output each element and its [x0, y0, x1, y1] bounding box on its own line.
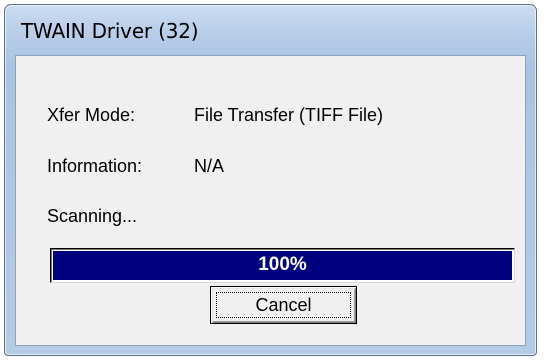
cancel-button-label: Cancel: [255, 295, 312, 315]
progress-percent-label: 100%: [258, 254, 307, 275]
cancel-button[interactable]: Cancel: [210, 286, 357, 324]
information-value: N/A: [194, 156, 225, 176]
xfer-mode-label: Xfer Mode:: [47, 105, 136, 125]
information-label: Information:: [47, 156, 143, 176]
xfer-mode-value: File Transfer (TIFF File): [194, 105, 384, 125]
progress-bar: 100%: [50, 248, 515, 283]
dialog-body: Xfer Mode: File Transfer (TIFF File) Inf…: [15, 55, 526, 346]
status-text: Scanning...: [47, 206, 138, 226]
twain-driver-dialog: TWAIN Driver (32) Xfer Mode: File Transf…: [4, 4, 537, 356]
title-bar[interactable]: TWAIN Driver (32): [5, 5, 536, 55]
window-title: TWAIN Driver (32): [21, 19, 199, 43]
